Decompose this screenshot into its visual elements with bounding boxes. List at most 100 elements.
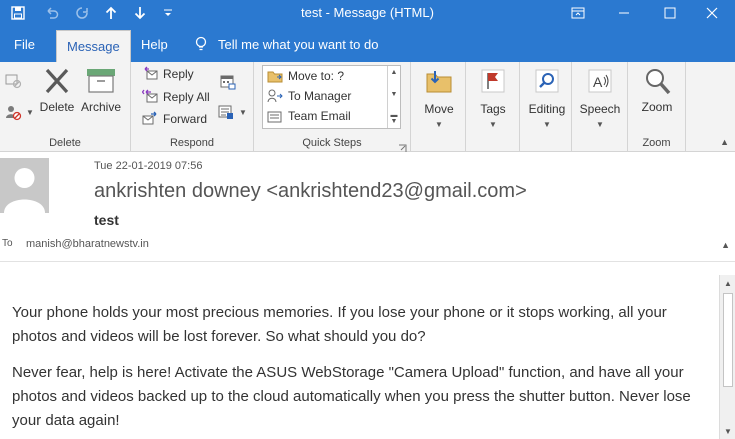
speech-group: A Speech ▼ xyxy=(572,62,628,152)
delete-label: Delete xyxy=(39,100,75,114)
reply-icon xyxy=(141,65,159,83)
delete-button[interactable]: Delete xyxy=(39,64,75,114)
avatar xyxy=(0,158,49,213)
chevron-down-icon: ▼ xyxy=(489,120,497,129)
move-group: Move ▼ xyxy=(411,62,466,152)
quick-step-team-email-label: Team Email xyxy=(288,109,351,123)
reply-label: Reply xyxy=(163,67,194,81)
quick-step-to-manager[interactable]: To Manager xyxy=(263,86,400,106)
sender[interactable]: ankrishten downey <ankrishtend23@gmail.c… xyxy=(94,180,527,203)
lightbulb-icon xyxy=(194,36,208,52)
reply-button[interactable]: Reply xyxy=(141,64,194,84)
zoom-group-label: Zoom xyxy=(642,137,671,149)
svg-text:A: A xyxy=(593,74,603,90)
undo-icon[interactable] xyxy=(40,0,64,26)
chevron-down-icon: ▼ xyxy=(435,120,443,129)
collapse-ribbon-icon[interactable]: ▲ xyxy=(720,137,729,147)
archive-label: Archive xyxy=(80,100,121,114)
zoom-label: Zoom xyxy=(641,100,673,114)
chevron-up-icon[interactable]: ▲ xyxy=(391,69,398,76)
tags-group: Tags ▼ xyxy=(466,62,520,152)
ribbon: ▼ Delete Archive Delete Reply Reply All … xyxy=(0,62,735,152)
magnifier-icon xyxy=(640,64,674,98)
respond-group-label: Respond xyxy=(169,137,215,149)
chevron-down-icon[interactable]: ▼ xyxy=(391,91,398,98)
junk-icon xyxy=(4,103,22,121)
ignore-button[interactable] xyxy=(4,70,26,90)
chevron-down-icon: ▼ xyxy=(543,120,551,129)
ignore-icon xyxy=(4,71,22,89)
close-icon[interactable] xyxy=(689,0,735,26)
folder-icon xyxy=(267,69,283,83)
more-respond-button[interactable]: ▼ xyxy=(217,102,247,122)
chevron-down-icon: ▼ xyxy=(596,120,604,129)
message-header: Tue 22-01-2019 07:56 ankrishten downey <… xyxy=(0,152,735,262)
forward-button[interactable]: Forward xyxy=(141,109,207,129)
move-button[interactable]: Move ▼ xyxy=(421,64,457,129)
tab-file[interactable]: File xyxy=(4,26,45,62)
reply-all-icon xyxy=(141,88,159,106)
vertical-scrollbar[interactable]: ▲ ▼ xyxy=(719,275,735,439)
delete-group: ▼ Delete Archive Delete xyxy=(0,62,131,152)
expand-header-icon[interactable]: ▲ xyxy=(721,240,730,250)
move-label: Move xyxy=(424,102,454,116)
ribbon-tab-bar: File Message Help Tell me what you want … xyxy=(0,26,735,62)
read-aloud-icon: A xyxy=(583,64,617,98)
reply-all-label: Reply All xyxy=(163,90,210,104)
archive-button[interactable]: Archive xyxy=(80,64,122,114)
save-icon[interactable] xyxy=(6,0,30,26)
ribbon-display-options-icon[interactable] xyxy=(555,0,601,26)
redo-icon[interactable] xyxy=(70,0,94,26)
tell-me-search[interactable]: Tell me what you want to do xyxy=(184,26,388,62)
editing-label: Editing xyxy=(528,102,566,116)
flag-icon xyxy=(476,64,510,98)
quick-steps-group-label: Quick Steps xyxy=(302,137,362,149)
chevron-down-icon: ▼ xyxy=(239,107,247,117)
meeting-reply-button[interactable] xyxy=(219,72,241,92)
message-subject: test xyxy=(94,212,119,228)
junk-button[interactable]: ▼ xyxy=(4,102,34,122)
respond-group: Reply Reply All Forward ▼ Respond xyxy=(131,62,254,152)
editing-group: Editing ▼ xyxy=(520,62,572,152)
recipient[interactable]: manish@bharatnewstv.in xyxy=(26,238,149,250)
team-email-icon xyxy=(267,109,283,123)
tags-label: Tags xyxy=(480,102,506,116)
zoom-group: Zoom Zoom xyxy=(628,62,686,152)
next-item-icon[interactable] xyxy=(129,0,151,26)
to-label: To xyxy=(2,238,13,249)
tags-button[interactable]: Tags ▼ xyxy=(475,64,511,129)
previous-item-icon[interactable] xyxy=(100,0,122,26)
minimize-icon[interactable] xyxy=(601,0,647,26)
to-manager-icon xyxy=(267,89,283,103)
quick-step-team-email[interactable]: Team Email xyxy=(263,106,400,126)
move-folder-icon xyxy=(422,64,456,98)
quick-steps-gallery: Move to: ? To Manager Team Email ▲ ▼ ▬ ▼ xyxy=(262,65,401,129)
delete-group-label: Delete xyxy=(49,137,81,149)
tab-help[interactable]: Help xyxy=(131,26,178,62)
body-paragraph: Never fear, help is here! Activate the A… xyxy=(12,364,691,429)
speech-label: Speech xyxy=(579,102,621,116)
message-body: Your phone holds your most precious memo… xyxy=(0,263,717,439)
delete-x-icon xyxy=(40,64,74,98)
more-icon[interactable]: ▬ ▼ xyxy=(391,112,398,125)
maximize-icon[interactable] xyxy=(647,0,693,26)
quick-step-move-to[interactable]: Move to: ? xyxy=(263,66,400,86)
reply-all-button[interactable]: Reply All xyxy=(141,87,210,107)
title-bar: test - Message (HTML) xyxy=(0,0,735,26)
archive-icon xyxy=(84,64,118,98)
more-respond-icon xyxy=(217,103,235,121)
quick-step-move-to-label: Move to: ? xyxy=(288,69,345,83)
forward-label: Forward xyxy=(163,112,208,126)
quick-steps-launcher-icon[interactable] xyxy=(398,140,407,152)
scrollbar-thumb[interactable] xyxy=(723,293,733,387)
find-icon xyxy=(530,64,564,98)
speech-button[interactable]: A Speech ▼ xyxy=(580,64,620,129)
customize-toolbar-icon[interactable] xyxy=(158,0,178,26)
zoom-button[interactable]: Zoom xyxy=(638,64,676,114)
quick-steps-scrollbar[interactable]: ▲ ▼ ▬ ▼ xyxy=(387,66,400,128)
quick-step-to-manager-label: To Manager xyxy=(288,89,352,103)
scroll-down-icon[interactable]: ▼ xyxy=(720,423,735,439)
editing-button[interactable]: Editing ▼ xyxy=(527,64,567,129)
tab-message[interactable]: Message xyxy=(56,30,131,62)
scroll-up-icon[interactable]: ▲ xyxy=(720,275,735,291)
